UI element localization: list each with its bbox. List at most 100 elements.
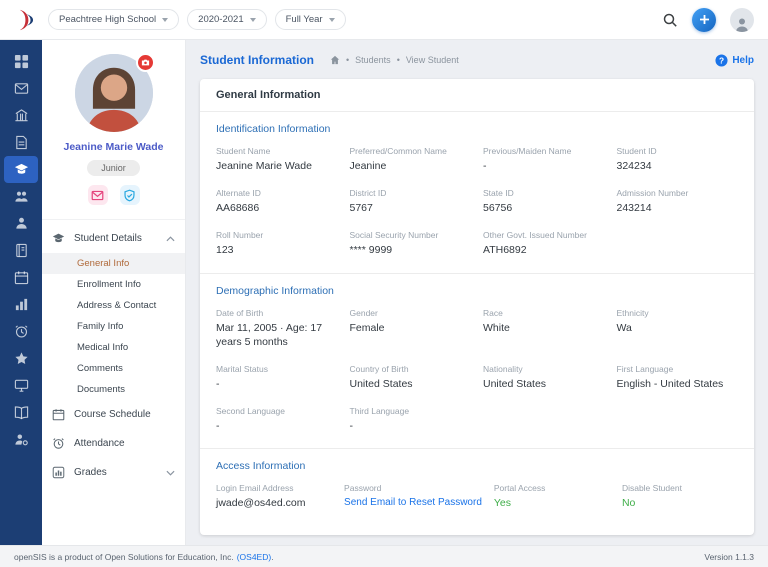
field-label: Student ID (616, 146, 657, 156)
rail-item-grades[interactable] (4, 291, 38, 318)
student-sidebar: Jeanine Marie Wade Junior Student Detail… (42, 40, 186, 545)
rail-item-school-info[interactable] (4, 102, 38, 129)
sidebar-item-grades[interactable]: Grades (42, 458, 185, 487)
school-selector-label: Peachtree High School (59, 14, 157, 25)
sidebar-item-attendance[interactable]: Attendance (42, 429, 185, 458)
sidebar-item-documents[interactable]: Documents (42, 379, 185, 400)
help-button[interactable]: ? Help (715, 53, 754, 67)
chevron-down-icon (328, 17, 335, 22)
student-menu: Student Details General Info Enrollment … (42, 220, 185, 545)
school-selector[interactable]: Peachtree High School (48, 9, 180, 30)
school-year-selector[interactable]: 2020-2021 (187, 9, 267, 30)
search-icon[interactable] (662, 12, 678, 28)
student-quick-actions (50, 185, 177, 213)
field-label: Other Govt. Issued Number (483, 230, 587, 241)
field-value: 243214 (616, 202, 652, 215)
question-circle-icon: ? (715, 53, 728, 67)
rail-item-settings[interactable] (4, 426, 38, 453)
field-admission-number: Admission Number 243214 (617, 188, 739, 215)
sidebar-item-general-info[interactable]: General Info (42, 253, 185, 274)
chevron-down-icon (249, 17, 256, 22)
field-label: Nationality (483, 363, 523, 374)
sidebar-item-enrollment-info[interactable]: Enrollment Info (42, 274, 185, 295)
add-button[interactable] (692, 7, 716, 32)
camera-icon (141, 59, 149, 66)
page-title: Student Information (200, 53, 314, 67)
field-second-language: Second Language - (216, 406, 338, 433)
field-value: - (349, 420, 354, 433)
breadcrumb: • Students • View Student (330, 55, 459, 65)
rail-item-users[interactable] (4, 210, 38, 237)
field-value: - (483, 160, 487, 172)
rail-item-forms[interactable] (4, 129, 38, 156)
star-icon (14, 352, 28, 365)
sidebar-item-family-info[interactable]: Family Info (42, 316, 185, 337)
field-value: jwade@os4ed.com (216, 497, 306, 510)
field-label: Disable Student (621, 483, 682, 494)
breadcrumb-students[interactable]: Students (355, 55, 391, 65)
reset-password-link[interactable]: Send Email to Reset Password (344, 496, 482, 510)
demographic-section: Demographic Information Date of Birth Ma… (200, 272, 754, 449)
section-title: Access Information (216, 460, 306, 473)
field-label: Roll Number (216, 230, 264, 241)
sidebar-item-course-schedule[interactable]: Course Schedule (42, 400, 185, 429)
field-label: Second Language (216, 406, 286, 417)
field-value: ATH6892 (483, 244, 527, 257)
change-photo-button[interactable] (135, 53, 155, 72)
rail-item-behavior[interactable] (4, 345, 38, 372)
alarm-clock-icon (53, 438, 64, 449)
person-icon (736, 18, 748, 32)
marking-period-selector[interactable]: Full Year (274, 9, 346, 30)
student-photo-wrap (74, 53, 155, 132)
sidebar-item-address-contact[interactable]: Address & Contact (42, 295, 185, 316)
student-profile: Jeanine Marie Wade Junior (42, 40, 185, 220)
email-icon (91, 190, 104, 200)
sidebar-item-student-details[interactable]: Student Details (42, 224, 185, 253)
rail-item-reports[interactable] (4, 372, 38, 399)
field-label: Password (344, 483, 382, 494)
opensis-app: Peachtree High School 2020-2021 Full Yea… (0, 0, 768, 567)
plus-icon (699, 15, 709, 24)
field-value: United States (349, 377, 413, 390)
general-information-card: General Information Identification Infor… (200, 79, 754, 535)
rail-item-students[interactable] (4, 156, 38, 183)
rail-item-library[interactable] (4, 399, 38, 426)
breadcrumb-separator: • (346, 55, 350, 65)
rail-item-parents[interactable] (4, 183, 38, 210)
field-race: Race White (483, 308, 605, 349)
footer-period: . (271, 551, 274, 562)
sidebar-item-medical-info[interactable]: Medical Info (42, 337, 185, 358)
field-value: Mar 11, 2005 · Age: 17 years 5 months (216, 321, 323, 348)
field-student-name: Student Name Jeanine Marie Wade (216, 146, 338, 173)
user-avatar[interactable] (730, 7, 754, 32)
footer: openSIS is a product of Open Solutions f… (0, 545, 768, 567)
rail-item-courses[interactable] (4, 237, 38, 264)
menu-item-label: Grades (74, 467, 107, 478)
mail-icon (14, 83, 28, 94)
sidebar-item-comments[interactable]: Comments (42, 358, 185, 379)
field-nationality: Nationality United States (483, 364, 605, 391)
field-value: 324234 (616, 160, 652, 172)
rail-item-calendar[interactable] (4, 264, 38, 291)
rail-item-messages[interactable] (4, 75, 38, 102)
os4ed-link[interactable]: (OS4ED) (237, 552, 271, 562)
identification-section: Identification Information Student Name … (200, 112, 754, 273)
field-label: Login Email Address (216, 483, 294, 494)
home-icon[interactable] (330, 55, 340, 65)
field-preferred-name: Preferred/Common Name Jeanine (350, 146, 472, 173)
field-label: District ID (349, 188, 387, 199)
monitor-icon (14, 379, 28, 392)
portal-access-button[interactable] (119, 185, 140, 205)
field-value: English - United States (616, 377, 724, 390)
email-student-button[interactable] (87, 185, 108, 205)
field-value: Jeanine (349, 160, 387, 172)
field-state-id: State ID 56756 (483, 188, 605, 215)
main-content: Student Information • Students • View St… (186, 40, 768, 545)
field-label: Marital Status (216, 363, 268, 374)
field-label: Ethnicity (616, 307, 649, 318)
rail-item-dashboard[interactable] (4, 48, 38, 75)
field-password: Password Send Email to Reset Password (344, 483, 482, 510)
field-label: Gender (349, 307, 378, 318)
field-other-govt-number: Other Govt. Issued Number ATH6892 (483, 230, 605, 257)
rail-item-attendance[interactable] (4, 318, 38, 345)
